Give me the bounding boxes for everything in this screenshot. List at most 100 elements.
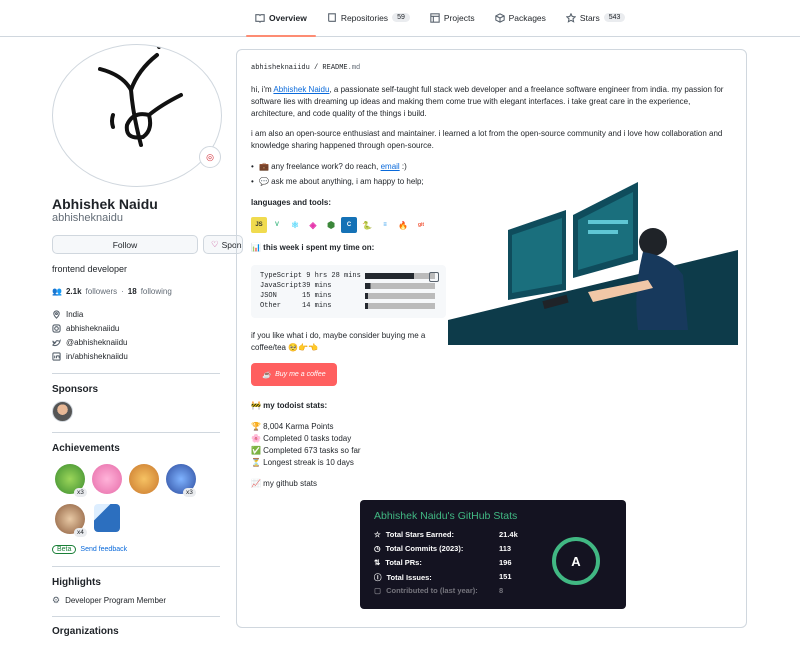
table-icon [430,12,440,23]
achievements-heading: Achievements [52,443,120,454]
languages-heading: languages and tools: [251,198,332,207]
intro-paragraph: hi, i'm Abhishek Naidu, a passionate sel… [251,84,731,120]
email-link[interactable]: email [381,162,400,171]
bullet-prefix: 💼 any freelance work? do reach, [259,162,381,171]
todoist-item: ✅ Completed 673 tasks so far [251,446,361,455]
tab-projects[interactable]: Projects [421,0,484,36]
star-icon: ☆ [374,530,381,539]
tab-packages[interactable]: Packages [486,0,555,36]
docker-icon: ≡ [383,222,387,228]
following-link[interactable]: following [141,287,172,296]
linkedin-item: in/abhisheknaiidu [52,352,222,361]
location-item: India [52,310,222,319]
clock-icon: ◷ [374,544,381,553]
stat-row: ◷ Total Commits (2023): [374,544,463,553]
readme-card: abhisheknaiidu / README.md hi, i'm Abhis… [236,49,747,628]
instagram-link[interactable]: abhisheknaiidu [66,324,119,333]
javascript-icon: JS [251,217,267,233]
stat-row: ▢ Contributed to (last year): [374,586,478,595]
time-lang: JavaScript [260,282,303,290]
tools-icons: JS V ⚛ ◈ ⬢ C 🐍 ≡ 🔥 git [251,217,429,233]
stat-row: ⓘ Total Issues: [374,572,432,583]
achievement-yolo[interactable] [92,464,122,494]
separator-dot: · [121,287,124,296]
path-separator: / [314,64,319,72]
python-icon: 🐍 [362,220,372,230]
list-item: 💼 any freelance work? do reach, email :) [251,162,407,171]
stat-value: 21.4k [499,530,518,539]
followers-count[interactable]: 2.1k [66,287,82,296]
achievement-count: x4 [74,528,87,537]
organizations-heading: Organizations [52,626,119,637]
gear-icon: ⚙ [52,595,61,605]
send-feedback-link[interactable]: Send feedback [80,546,127,553]
vue-icon: V [274,222,279,228]
developer-illustration [448,180,738,345]
instagram-item: abhisheknaiidu [52,324,222,333]
github-stats-heading: 📈 my github stats [251,479,317,488]
github-stats-card[interactable]: Abhishek Naidu's GitHub Stats ☆ Total Sta… [360,500,626,609]
todoist-item: ⏳ Longest streak is 10 days [251,458,354,467]
profile-bio: frontend developer [52,264,128,274]
intro-name-link[interactable]: Abhishek Naidu [273,85,329,94]
todoist-item: 🏆 8,004 Karma Points [251,422,334,431]
status-emoji-button[interactable]: ◎ [199,146,221,168]
time-row: Other 14 mins [260,301,437,311]
time-value: 15 mins [302,292,361,300]
achievement-count: x3 [183,488,196,497]
linkedin-link[interactable]: in/abhisheknaiidu [66,352,128,361]
heart-icon: ♡ [211,239,219,249]
stat-row: ☆ Total Stars Earned: [374,530,454,539]
achievement-starstruck[interactable] [129,464,159,494]
repo-icon: ▢ [374,586,382,595]
opensource-paragraph: i am also an open-source enthusiast and … [251,129,723,150]
repo-icon [327,12,336,22]
stats-card-title: Abhishek Naidu's GitHub Stats [374,510,518,522]
followers-line: 👥 2.1k followers · 18 following [52,287,172,296]
divider [52,616,220,617]
profile-sidebar [52,44,222,187]
coffee-text: if you like what i do, maybe consider bu… [251,331,426,352]
tab-stars[interactable]: Stars 543 [557,0,635,36]
time-bar [364,293,435,299]
twitter-icon [52,339,61,347]
copy-icon[interactable] [429,272,439,282]
divider [52,432,220,433]
graphql-icon: ◈ [309,219,317,230]
avatar[interactable] [52,44,222,187]
sponsor-avatar[interactable] [52,401,73,422]
book-icon [255,13,265,23]
coffee-cup-icon: ☕ [262,371,272,379]
following-count[interactable]: 18 [128,287,137,296]
achievement-arctic-code-vault[interactable] [94,504,120,532]
repositories-count: 59 [392,13,410,22]
divider [52,373,220,374]
time-value: 14 mins [302,302,361,310]
stat-label: Total Stars Earned: [385,530,454,539]
time-bar [364,273,435,279]
time-value: 39 mins [302,282,361,290]
readme-path-user[interactable]: abhisheknaiidu [251,64,310,72]
buy-me-a-coffee-button[interactable]: ☕ Buy me a coffee [251,363,337,386]
tab-overview[interactable]: Overview [246,0,316,37]
followers-link[interactable]: followers [86,287,118,296]
follow-button[interactable]: Follow [52,235,198,254]
nodejs-icon: ⬢ [327,219,335,230]
location-icon [53,310,60,319]
highlight-item: ⚙ Developer Program Member [52,595,167,605]
css-icon: C [341,217,357,233]
todoist-item: 🌸 Completed 0 tasks today [251,434,352,443]
divider [52,566,220,567]
time-value: 9 hrs 28 mins [302,272,361,280]
time-lang: JSON [260,292,303,300]
tab-repositories[interactable]: Repositories 59 [318,0,419,36]
stat-value: 196 [499,558,512,567]
week-heading: 📊 this week i spent my time on: [251,243,375,252]
twitter-link[interactable]: @abhisheknaiidu [66,338,128,347]
todoist-heading: 🚧 my todoist stats: [251,401,328,410]
beta-feedback: Beta Send feedback [52,545,127,554]
bullet-suffix: :) [399,162,407,171]
instagram-icon [52,324,61,333]
stat-label: Total PRs: [385,558,422,567]
stat-value: 8 [499,586,504,595]
